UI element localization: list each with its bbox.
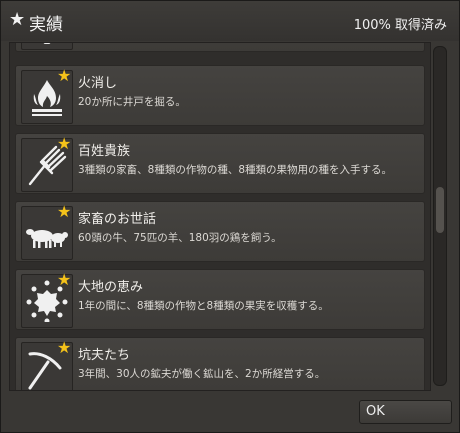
achievement-description: 20か所に井戸を掘る。 xyxy=(78,96,186,108)
achievement-item: ★ 大地の恵み 1年の間に、8種類の作物と8種類の果実を収穫する。 xyxy=(15,269,425,330)
achievement-icon-partial xyxy=(43,43,51,44)
achievements-window: ★ 実績 100% 取得済み う。 xyxy=(0,0,460,433)
list-scrollbar[interactable] xyxy=(433,46,447,386)
achievement-description: 60頭の牛、75匹の羊、180羽の鶏を飼う。 xyxy=(78,232,282,244)
completed-star-icon: ★ xyxy=(57,202,72,221)
ok-button[interactable]: OK xyxy=(359,400,452,424)
achievement-item: ★ 火消し 20か所に井戸を掘る。 xyxy=(15,65,425,126)
achievement-item: ★ 家畜のお世話 60頭の牛、75匹の羊、180羽の鶏を飼う。 xyxy=(15,201,425,262)
achievement-title: 火消し xyxy=(78,76,118,91)
achievement-description: 3種類の家畜、8種類の作物の種、8種類の果物用の種を入手する。 xyxy=(78,164,393,176)
title-bar: ★ 実績 100% 取得済み xyxy=(1,1,459,41)
achievement-item: ★ 百姓貴族 3種類の家畜、8種類の作物の種、8種類の果物用の種を入手する。 xyxy=(15,133,425,194)
star-icon: ★ xyxy=(9,9,26,30)
achievement-title: 百姓貴族 xyxy=(78,144,131,159)
achievement-item: ★ 坑夫たち 3年間、30人の鉱夫が働く鉱山を、2か所経営する。 xyxy=(15,337,425,390)
achievement-list[interactable]: う。 ★ 火消し 20か所に井戸を掘る。 xyxy=(9,42,431,391)
achievement-icon-frame xyxy=(21,43,73,50)
completed-star-icon: ★ xyxy=(57,134,72,153)
window-title: 実績 xyxy=(29,15,63,35)
completion-status: 100% 取得済み xyxy=(353,18,447,33)
achievement-title: 坑夫たち xyxy=(78,348,131,363)
completed-star-icon: ★ xyxy=(57,66,72,85)
achievement-title: 家畜のお世話 xyxy=(78,212,157,227)
achievement-title: 大地の恵み xyxy=(78,280,144,295)
scrollbar-thumb[interactable] xyxy=(436,187,444,233)
completed-star-icon: ★ xyxy=(57,270,72,289)
completed-star-icon: ★ xyxy=(57,338,72,357)
achievement-item-partial: う。 xyxy=(15,43,425,52)
achievement-description: 1年の間に、8種類の作物と8種類の果実を収穫する。 xyxy=(78,300,329,312)
achievement-description: 3年間、30人の鉱夫が働く鉱山を、2か所経営する。 xyxy=(78,368,326,380)
